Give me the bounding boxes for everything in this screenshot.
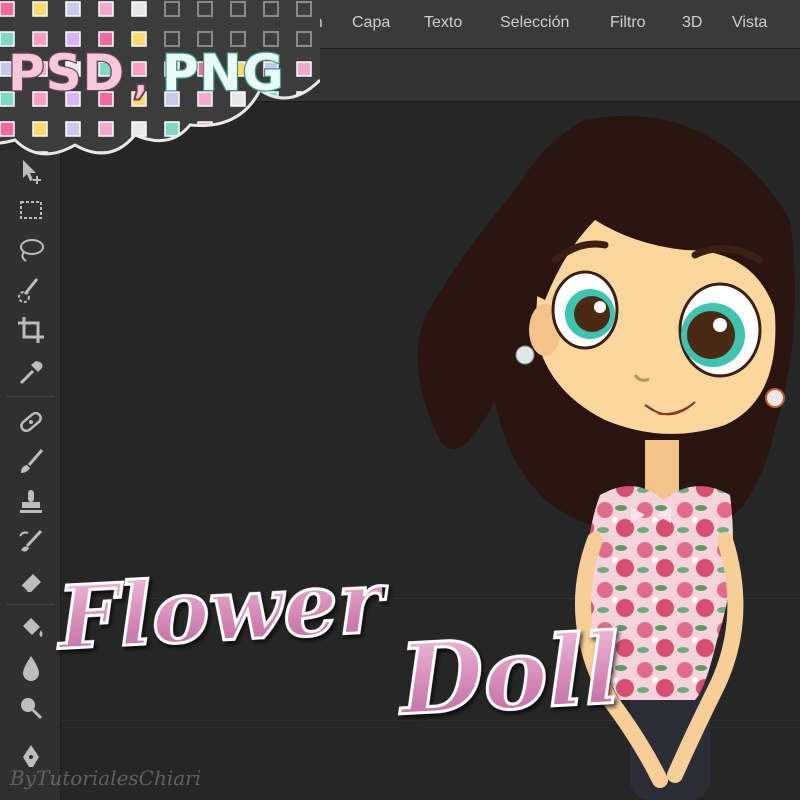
quick-selection-tool-icon[interactable] [15,274,47,306]
color-swatch[interactable] [65,151,81,160]
earring [765,388,785,408]
menu-item-capa[interactable]: Capa [352,14,390,32]
left-eye [551,270,619,350]
brush-tool-icon[interactable] [15,446,47,478]
color-swatch[interactable] [263,121,279,137]
blur-tool-icon[interactable] [15,652,47,684]
color-swatch[interactable] [230,121,246,137]
lasso-tool-icon[interactable] [15,234,47,266]
right-eye [678,282,762,378]
earring [515,345,535,365]
marquee-tool-icon[interactable] [15,194,47,226]
tools-panel [0,150,61,800]
color-swatch[interactable] [131,151,147,160]
menu-item-filtro[interactable]: Filtro [610,14,646,32]
color-swatch[interactable] [0,1,15,17]
eyedropper-tool-icon[interactable] [15,356,47,388]
title-flower: Flower [54,550,387,671]
png-badge: PNG [161,43,285,104]
psd-badge: PSD [7,43,126,104]
color-swatch[interactable] [65,121,81,137]
color-swatch[interactable] [131,31,147,47]
photoshop-window: gen Capa Texto Selección Filtro 3D Vista [0,0,800,800]
color-swatch[interactable] [32,121,48,137]
color-swatch[interactable] [32,1,48,17]
color-swatch[interactable] [131,1,147,17]
badge-comma: , [131,49,151,105]
menu-item-vista[interactable]: Vista [732,14,767,32]
paint-bucket-tool-icon[interactable] [15,612,47,644]
color-swatch[interactable] [98,121,114,137]
color-swatch[interactable] [230,151,246,160]
color-swatch[interactable] [0,151,15,160]
color-swatch[interactable] [296,121,312,137]
menu-item-seleccion[interactable]: Selección [500,14,569,32]
color-swatch[interactable] [263,151,279,160]
title-doll: Doll [396,611,625,738]
toolbar-separator [6,604,54,605]
color-swatch[interactable] [0,121,15,137]
eraser-tool-icon[interactable] [15,566,47,598]
healing-brush-tool-icon[interactable] [15,406,47,438]
move-tool-icon[interactable] [15,156,47,188]
color-swatch[interactable] [98,1,114,17]
toolbar-separator [6,396,54,397]
color-swatch[interactable] [164,151,180,160]
crop-tool-icon[interactable] [15,314,47,346]
color-swatch[interactable] [296,151,312,160]
clone-stamp-tool-icon[interactable] [15,486,47,518]
color-swatch[interactable] [296,61,312,77]
author-credit: ByTutorialesChiari [10,766,202,790]
history-brush-tool-icon[interactable] [15,526,47,558]
color-swatch[interactable] [164,121,180,137]
neck [645,440,679,500]
menu-item-3d[interactable]: 3D [682,14,702,32]
dodge-tool-icon[interactable] [15,692,47,724]
color-swatch[interactable] [65,1,81,17]
color-swatch[interactable] [197,151,213,160]
menu-item-texto[interactable]: Texto [424,14,462,32]
